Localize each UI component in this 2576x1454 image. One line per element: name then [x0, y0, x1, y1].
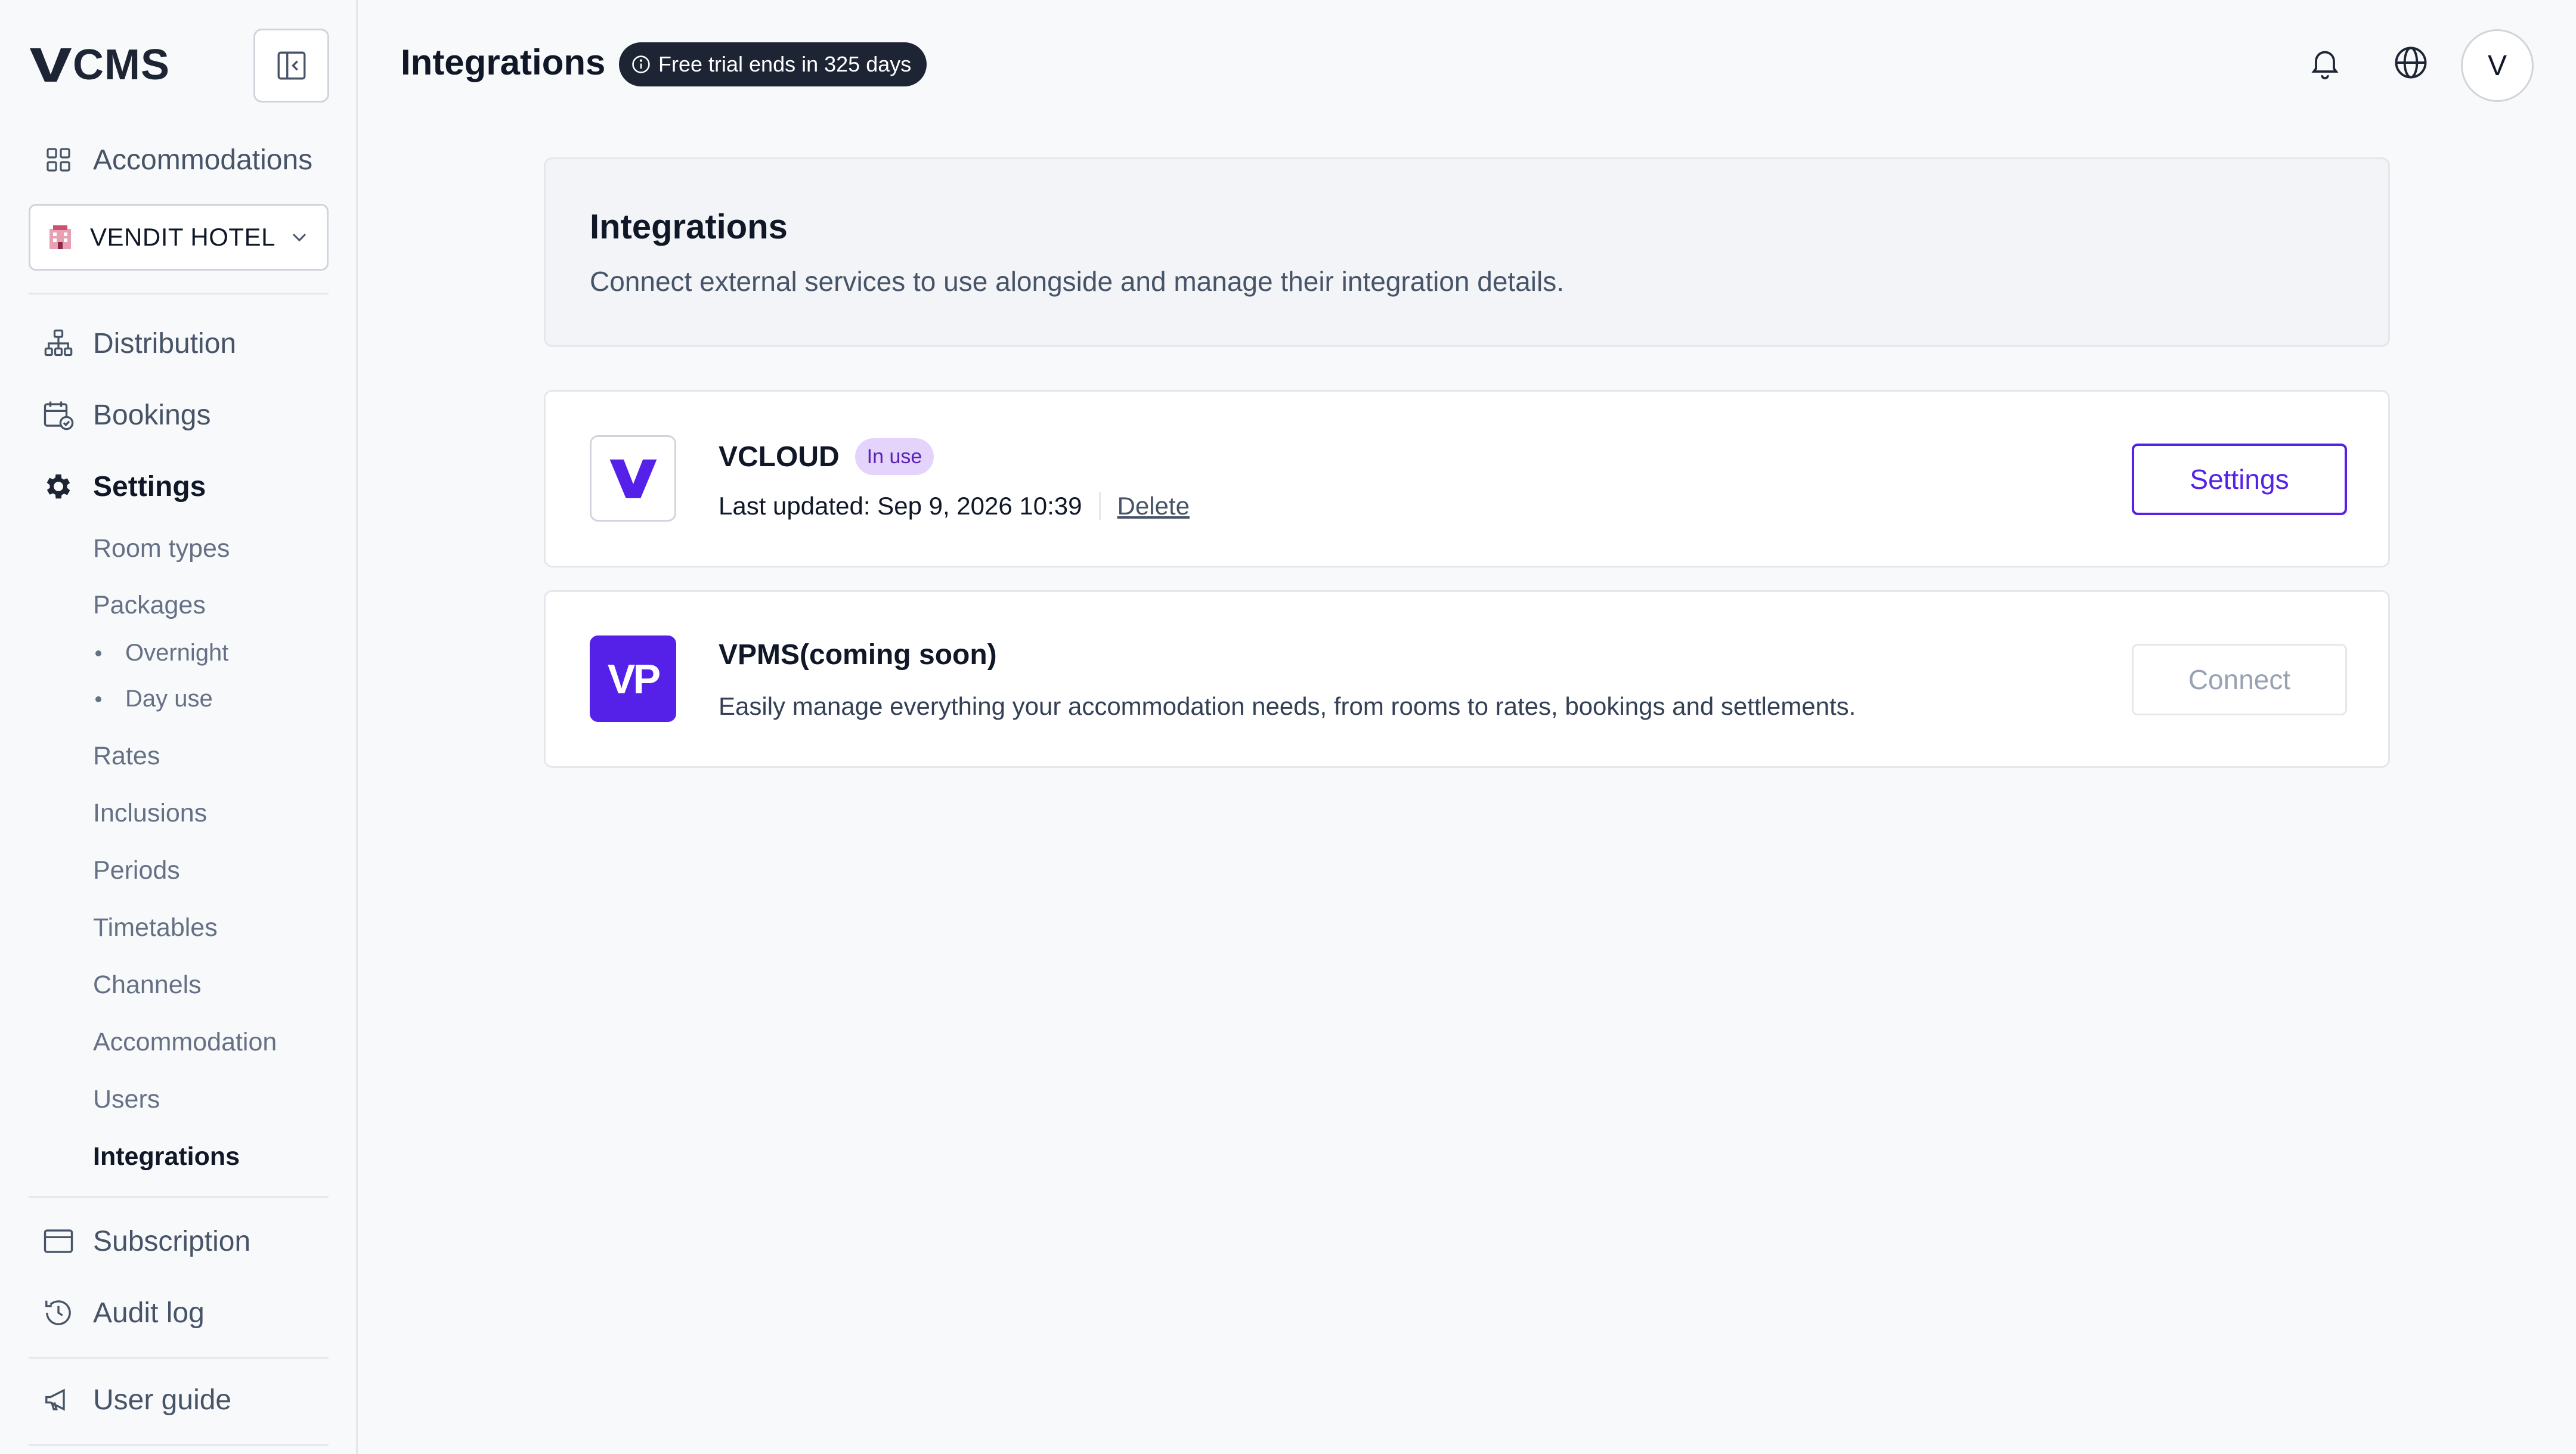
notifications-button[interactable] [2304, 42, 2346, 83]
megaphone-icon [42, 1383, 75, 1416]
page-title: Integrations [401, 42, 606, 82]
brand-text: CMS [73, 41, 170, 89]
sidebar-item-accommodations[interactable]: Accommodations [42, 143, 312, 176]
last-updated-text: Last updated: Sep 9, 2026 10:39 [719, 492, 1082, 520]
app-root: CMS Accommodations VENDIT HOTEL Distribu… [0, 0, 2576, 1454]
meta-separator [1098, 492, 1101, 520]
sidebar-item-distribution[interactable]: Distribution [42, 327, 236, 360]
language-button[interactable] [2390, 42, 2432, 83]
vpms-logo: VP [590, 635, 676, 722]
integration-name: VCLOUD [719, 441, 840, 473]
credit-card-icon [42, 1224, 75, 1258]
vpms-logo-text: VP [607, 655, 661, 702]
trial-badge-text: Free trial ends in 325 days [658, 52, 912, 76]
vcloud-logo [590, 435, 676, 522]
sidebar-subitem-timetables[interactable]: Timetables [93, 913, 218, 943]
bullet-dot [95, 650, 101, 656]
hotel-select[interactable]: VENDIT HOTEL [29, 204, 329, 271]
sidebar-item-settings[interactable]: Settings [42, 470, 206, 503]
sidebar-item-user-guide[interactable]: User guide [42, 1383, 231, 1416]
vcloud-v-icon [609, 459, 657, 498]
sidebar-divider [29, 293, 329, 294]
chevron-down-icon [292, 233, 306, 242]
integration-card-vpms: VP VPMS(coming soon) Easily manage every… [544, 590, 2390, 768]
sidebar-item-label: Audit log [93, 1297, 205, 1329]
section-title: Integrations [590, 207, 788, 246]
sidebar-item-label: Distribution [93, 327, 237, 359]
sidebar-subitem-rates[interactable]: Rates [93, 742, 160, 771]
integrations-intro: Integrations Connect external services t… [544, 157, 2390, 347]
section-subtitle: Connect external services to use alongsi… [590, 266, 1564, 297]
sidebar: CMS Accommodations VENDIT HOTEL Distribu… [0, 0, 358, 1454]
connect-button[interactable]: Connect [2132, 644, 2347, 715]
sidebar-subitem-inclusions[interactable]: Inclusions [93, 799, 207, 828]
bullet-dot [95, 696, 101, 702]
collapse-sidebar-button[interactable] [253, 29, 329, 103]
hotel-icon [49, 225, 71, 249]
delete-link[interactable]: Delete [1117, 492, 1190, 520]
calendar-check-icon [42, 398, 75, 432]
history-icon [42, 1296, 75, 1329]
sidebar-subitem-accommodation[interactable]: Accommodation [93, 1028, 277, 1057]
brand-logo[interactable]: CMS [30, 44, 170, 86]
sidebar-subitem-periods[interactable]: Periods [93, 856, 180, 885]
sidebar-item-label: Bookings [93, 399, 211, 431]
user-avatar-button[interactable]: V [2461, 29, 2534, 102]
sidebar-item-label: Settings [93, 470, 206, 503]
sidebar-subitem-label: Day use [125, 686, 213, 712]
sidebar-subitem-integrations[interactable]: Integrations [93, 1142, 240, 1171]
bell-icon [2311, 51, 2339, 80]
globe-icon [2395, 46, 2427, 79]
sitemap-icon [42, 327, 75, 360]
sidebar-divider [29, 1357, 329, 1359]
brand-v-icon [30, 48, 72, 82]
sidebar-collapse-icon [277, 51, 305, 80]
in-use-badge: In use [854, 438, 934, 475]
sidebar-subitem-overnight[interactable]: Overnight [95, 640, 228, 666]
integration-name-row: VCLOUD In use [719, 438, 934, 475]
sidebar-divider [29, 1196, 329, 1198]
sidebar-item-audit-log[interactable]: Audit log [42, 1296, 205, 1329]
sidebar-divider [29, 1444, 329, 1446]
sidebar-item-subscription[interactable]: Subscription [42, 1224, 250, 1258]
integration-description: Easily manage everything your accommodat… [719, 692, 1856, 720]
info-icon [632, 55, 650, 73]
sidebar-item-bookings[interactable]: Bookings [42, 398, 210, 432]
sidebar-subitem-users[interactable]: Users [93, 1085, 160, 1114]
integration-name: VPMS(coming soon) [719, 639, 997, 671]
sidebar-item-label: Subscription [93, 1225, 251, 1257]
hotel-name: VENDIT HOTEL [90, 223, 275, 251]
settings-button[interactable]: Settings [2132, 444, 2347, 515]
grid-icon [42, 143, 75, 176]
gear-icon [42, 470, 75, 503]
sidebar-subitem-packages[interactable]: Packages [93, 591, 206, 620]
integration-name-row: VPMS(coming soon) [719, 638, 997, 671]
sidebar-subitem-channels[interactable]: Channels [93, 971, 202, 1000]
trial-badge: Free trial ends in 325 days [619, 42, 927, 86]
integration-card-vcloud: VCLOUD In use Last updated: Sep 9, 2026 … [544, 390, 2390, 568]
sidebar-subitem-room-types[interactable]: Room types [93, 534, 230, 563]
integration-meta: Last updated: Sep 9, 2026 10:39 Delete [719, 492, 1190, 520]
sidebar-subitem-label: Overnight [125, 640, 229, 666]
sidebar-item-label: User guide [93, 1384, 232, 1416]
sidebar-item-label: Accommodations [93, 144, 313, 176]
sidebar-subitem-day-use[interactable]: Day use [95, 686, 213, 712]
